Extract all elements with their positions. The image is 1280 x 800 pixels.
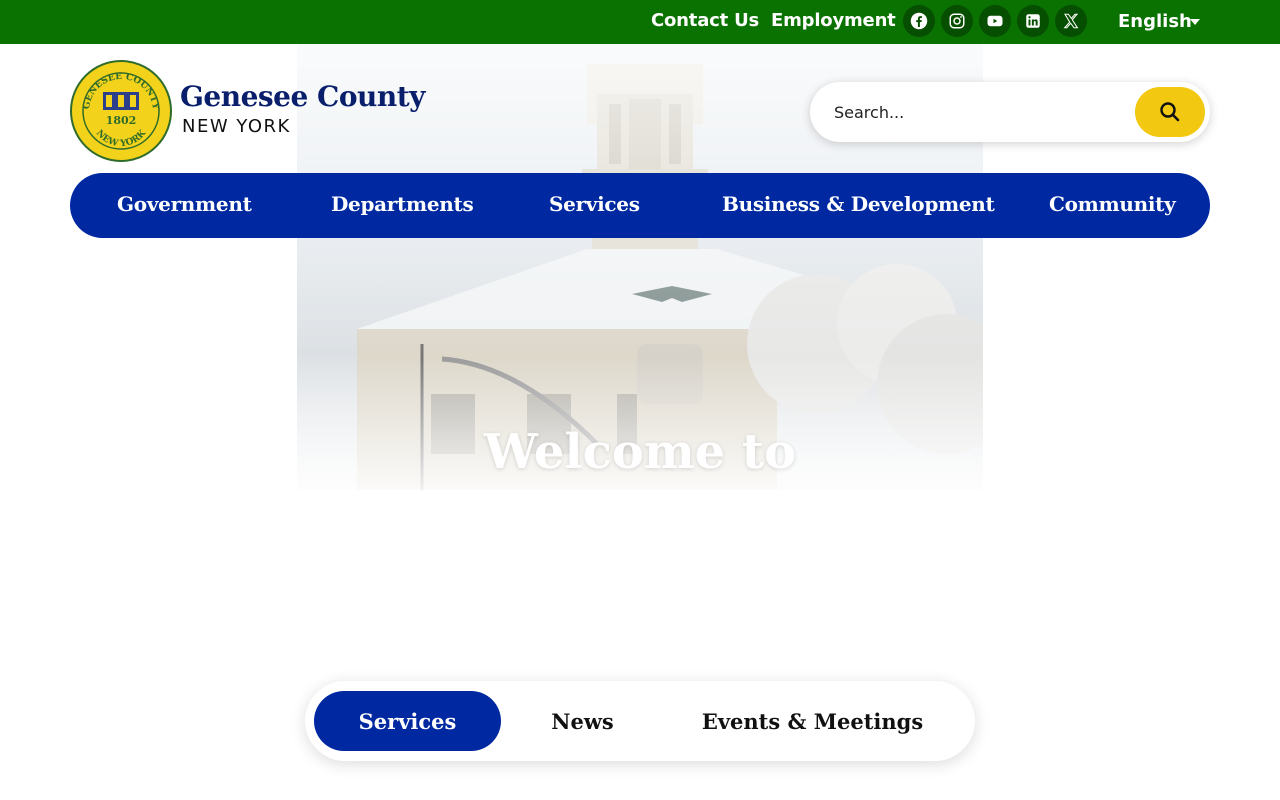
tab-events-meetings[interactable]: Events & Meetings <box>685 691 940 751</box>
linkedin-icon[interactable] <box>1017 5 1049 37</box>
seal-year: 1802 <box>106 114 137 127</box>
nav-item-government[interactable]: Government <box>117 192 252 216</box>
content-tabs: Services News Events & Meetings <box>305 681 975 761</box>
employment-link[interactable]: Employment <box>771 10 896 31</box>
state-name: NEW YORK <box>182 116 291 137</box>
county-seal-logo[interactable]: GENESEE COUNTY NEW YORK 1802 <box>70 60 172 162</box>
x-icon[interactable] <box>1055 5 1087 37</box>
facebook-icon[interactable] <box>903 5 935 37</box>
nav-item-services[interactable]: Services <box>549 192 640 216</box>
tab-services[interactable]: Services <box>314 691 501 751</box>
nav-item-departments[interactable]: Departments <box>331 192 474 216</box>
search-button[interactable] <box>1135 87 1205 137</box>
hero-county-text: Genesee County <box>297 480 983 490</box>
language-selector[interactable]: English <box>1118 11 1192 32</box>
chevron-down-icon[interactable] <box>1190 19 1200 25</box>
tab-news[interactable]: News <box>515 691 650 751</box>
search-input[interactable] <box>834 100 1124 124</box>
hero-welcome-text: Welcome to <box>483 424 797 480</box>
nav-item-business-development[interactable]: Business & Development <box>722 192 995 216</box>
search-icon <box>1160 102 1180 122</box>
top-utility-bar: Contact Us Employment English <box>0 0 1280 44</box>
main-navigation: Government Departments Services Business… <box>70 173 1210 238</box>
county-name[interactable]: Genesee County <box>180 80 425 113</box>
youtube-icon[interactable] <box>979 5 1011 37</box>
nav-item-community[interactable]: Community <box>1049 192 1176 216</box>
search-bar <box>810 82 1210 142</box>
instagram-icon[interactable] <box>941 5 973 37</box>
contact-us-link[interactable]: Contact Us <box>651 10 759 31</box>
